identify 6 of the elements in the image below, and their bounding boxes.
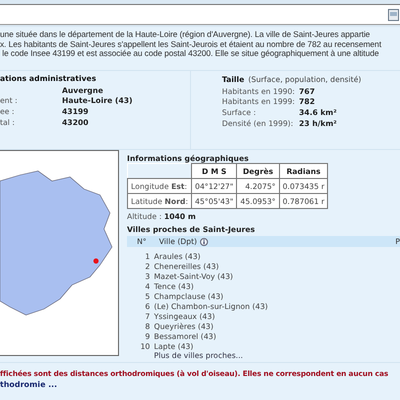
intro-text-line: une située dans le département de la Haute-Loire (région d'Auvergne). La ville de Saint-Jeures appartie bbox=[0, 30, 370, 40]
window-icon[interactable] bbox=[388, 8, 399, 20]
search-field[interactable] bbox=[0, 4, 400, 25]
info-icon[interactable] bbox=[200, 238, 208, 246]
intro-text-line: x. Les habitants de Saint-Jeures s'appellent les Saint-Jeurois et étaient au nombre de 782 au recensement bbox=[0, 40, 382, 50]
intro-text-line: le code Insee 43199 et est associée au code postal 43200. Elle se situe géographiquement à une altitude bbox=[1, 49, 379, 59]
